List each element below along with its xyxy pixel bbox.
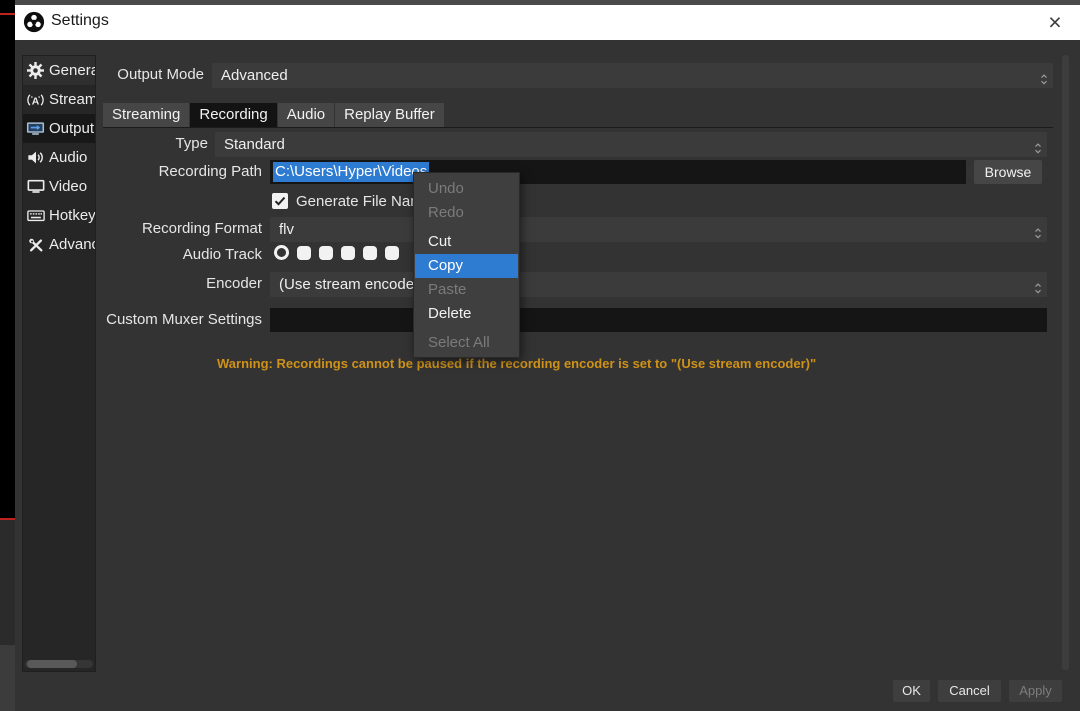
dropdown-chevron-icon [1040,69,1048,94]
background-app-strip [0,0,15,711]
audio-track-checkbox-checked[interactable] [341,246,355,260]
edit-context-menu: Undo Redo Cut Copy Paste Delete Select A… [413,172,520,358]
tab-audio[interactable]: Audio [278,103,334,127]
context-menu-item-undo: Undo [414,177,519,201]
context-menu-item-redo: Redo [414,201,519,225]
sidebar-item-label: Stream [49,91,95,108]
audio-track-boxes [274,245,399,260]
close-button[interactable]: × [1042,6,1068,38]
encoder-value: (Use stream encoder) [279,276,424,293]
monitor-arrow-icon [26,121,45,137]
output-mode-label: Output Mode [60,63,204,87]
scrollbar-thumb[interactable] [27,660,77,668]
screen: Settings × [0,0,1080,711]
obs-logo-icon [23,11,45,33]
context-menu-item-copy[interactable]: Copy [415,254,518,278]
recording-path-label: Recording Path [60,160,262,184]
type-value: Standard [224,136,285,153]
tab-replay-buffer[interactable]: Replay Buffer [335,103,444,127]
background-dock [0,520,15,645]
dropdown-chevron-icon [1034,223,1042,248]
recording-format-select[interactable]: flv [270,217,1047,242]
audio-track-checkbox-unchecked[interactable] [274,245,289,260]
generate-filename-label: Generate File Nam [296,192,423,211]
context-menu-item-cut[interactable]: Cut [414,230,519,254]
generate-filename-checkbox[interactable] [272,193,288,209]
encoder-select[interactable]: (Use stream encoder) [270,272,1047,297]
tab-streaming[interactable]: Streaming [103,103,189,127]
recording-format-label: Recording Format [60,217,262,241]
tools-icon [26,237,45,253]
settings-dialog: Settings × [15,0,1080,711]
browse-button[interactable]: Browse [974,160,1042,184]
dropdown-chevron-icon [1034,278,1042,303]
monitor-icon [26,179,45,194]
audio-track-checkbox-checked[interactable] [385,246,399,260]
audio-track-checkbox-checked[interactable] [319,246,333,260]
window-title: Settings [51,12,109,30]
context-menu-item-paste: Paste [414,278,519,302]
audio-track-label: Audio Track [60,243,262,267]
titlebar[interactable]: Settings × [15,5,1080,40]
tab-bar-divider [103,127,1053,128]
encoder-label: Encoder [60,272,262,296]
speaker-icon [26,150,45,165]
output-tabs: Streaming Recording Audio Replay Buffer [103,103,444,127]
preview-red-border [0,13,15,15]
custom-muxer-label: Custom Muxer Settings [60,308,262,332]
custom-muxer-input[interactable] [270,308,1047,332]
svg-text:A: A [32,96,40,107]
settings-vertical-scrollbar[interactable] [1062,55,1069,670]
context-menu-item-select-all: Select All [414,331,519,355]
apply-button: Apply [1009,680,1062,702]
selected-path-text: C:\Users\Hyper\Videos [273,162,429,182]
audio-track-checkbox-checked[interactable] [363,246,377,260]
output-mode-select[interactable]: Advanced [212,63,1053,88]
output-mode-value: Advanced [221,67,288,84]
background-toolbar [0,645,15,711]
type-select[interactable]: Standard [215,132,1047,157]
gear-icon [26,62,45,79]
cancel-button[interactable]: Cancel [938,680,1001,702]
keyboard-icon [26,208,45,223]
audio-track-checkbox-checked[interactable] [297,246,311,260]
tab-recording[interactable]: Recording [190,103,276,127]
sidebar-horizontal-scrollbar[interactable] [25,660,93,668]
ok-button[interactable]: OK [893,680,930,702]
recording-warning-text: Warning: Recordings cannot be paused if … [217,356,816,371]
broadcast-icon: A [26,92,45,108]
sidebar-item-stream[interactable]: A Stream [23,85,95,114]
recording-format-value: flv [279,221,294,238]
recording-path-input[interactable]: C:\Users\Hyper\Videos [270,160,966,184]
context-menu-item-delete[interactable]: Delete [414,302,519,326]
type-label: Type [60,132,208,156]
